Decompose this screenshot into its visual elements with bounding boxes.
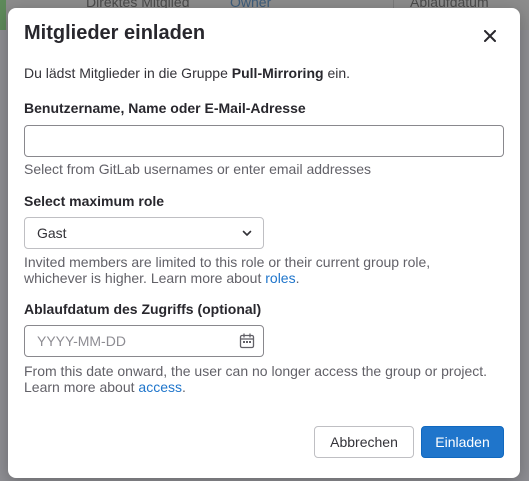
modal-title: Mitglieder einladen — [24, 22, 206, 44]
background-status-stripe — [0, 0, 6, 30]
role-help-text: Invited members are limited to this role… — [24, 254, 431, 286]
close-icon — [484, 30, 496, 42]
expiry-help-suffix: . — [181, 379, 186, 395]
username-label: Benutzername, Name oder E-Mail-Adresse — [24, 100, 306, 116]
access-link[interactable]: access — [138, 379, 182, 395]
expiry-date-input[interactable]: YYYY-MM-DD — [24, 325, 264, 357]
intro-prefix: Du lädst Mitglieder in die Gruppe — [24, 65, 232, 81]
intro-text: Du lädst Mitglieder in die Gruppe Pull-M… — [24, 65, 350, 81]
intro-suffix: ein. — [323, 65, 351, 81]
role-label: Select maximum role — [24, 193, 165, 209]
username-input[interactable] — [24, 125, 504, 157]
role-selected-value: Gast — [37, 225, 67, 241]
close-button[interactable] — [478, 24, 502, 48]
expiry-label: Ablaufdatum des Zugriffs (optional) — [24, 301, 262, 317]
role-select[interactable]: Gast — [24, 217, 264, 249]
expiry-help-text: From this date onward, the user can no l… — [24, 363, 488, 395]
expiry-help: From this date onward, the user can no l… — [24, 363, 494, 395]
expiry-placeholder: YYYY-MM-DD — [37, 333, 126, 349]
invite-button[interactable]: Einladen — [421, 426, 504, 458]
username-help: Select from GitLab usernames or enter em… — [24, 161, 372, 177]
roles-link[interactable]: roles — [265, 270, 295, 286]
cancel-button[interactable]: Abbrechen — [314, 426, 414, 458]
calendar-icon[interactable] — [239, 333, 255, 349]
invite-members-modal: Mitglieder einladen Du lädst Mitglieder … — [8, 8, 520, 478]
group-name: Pull-Mirroring — [231, 65, 324, 81]
chevron-down-icon — [242, 230, 252, 236]
role-help: Invited members are limited to this role… — [24, 254, 494, 286]
role-help-suffix: . — [295, 270, 300, 286]
